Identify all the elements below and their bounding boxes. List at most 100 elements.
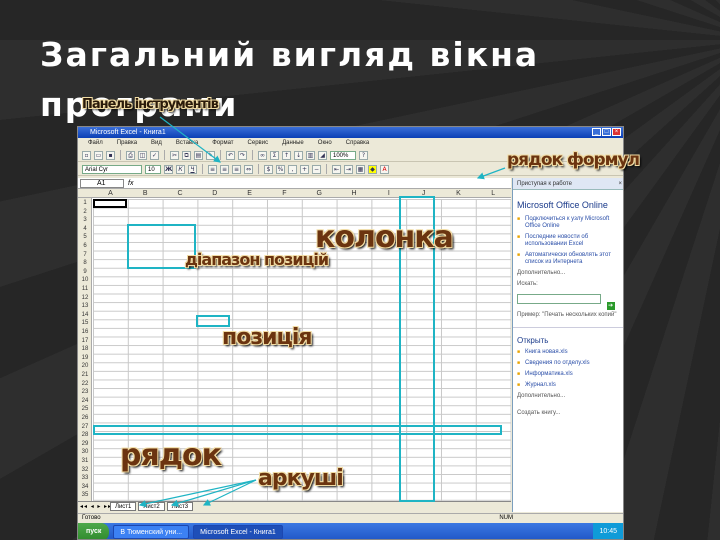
row-header[interactable]: 6 bbox=[78, 242, 92, 251]
menu-help[interactable]: Справка bbox=[346, 138, 370, 148]
row-header[interactable]: 17 bbox=[78, 337, 92, 346]
cut-icon[interactable]: ✂ bbox=[170, 150, 179, 160]
underline-icon[interactable]: Ч bbox=[188, 164, 197, 174]
row-header[interactable]: 25 bbox=[78, 405, 92, 414]
row-header[interactable]: 5 bbox=[78, 233, 92, 242]
task-pane-title[interactable]: Приступая к работе bbox=[517, 181, 572, 187]
office-online-link-2[interactable]: Последние новости об использовании Excel bbox=[513, 232, 623, 250]
recent-file-2[interactable]: Сведения по отделу.xls bbox=[513, 358, 623, 369]
task-pane-close-icon[interactable]: × bbox=[618, 178, 622, 190]
column-header[interactable]: B bbox=[128, 189, 163, 198]
minimize-button[interactable]: _ bbox=[592, 128, 601, 136]
row-header[interactable]: 15 bbox=[78, 319, 92, 328]
close-button[interactable]: × bbox=[612, 128, 621, 136]
row-header[interactable]: 8 bbox=[78, 259, 92, 268]
taskbar-item-1[interactable]: В Тюменский уни... bbox=[113, 525, 190, 539]
chart-wizard-icon[interactable]: ▥ bbox=[306, 150, 315, 160]
more-link[interactable]: Дополнительно... bbox=[513, 268, 623, 279]
column-header[interactable]: F bbox=[267, 189, 302, 198]
column-header[interactable]: A bbox=[93, 189, 128, 198]
align-center-icon[interactable]: ≡ bbox=[220, 164, 229, 174]
sort-asc-icon[interactable]: ↑ bbox=[282, 150, 291, 160]
redo-icon[interactable]: ↷ bbox=[238, 150, 247, 160]
column-header[interactable]: C bbox=[163, 189, 198, 198]
column-header[interactable]: D bbox=[197, 189, 232, 198]
row-header[interactable]: 31 bbox=[78, 457, 92, 466]
increase-decimal-icon[interactable]: + bbox=[300, 164, 309, 174]
more-files-link[interactable]: Дополнительно... bbox=[513, 391, 623, 402]
row-header[interactable]: 2 bbox=[78, 208, 92, 217]
row-header[interactable]: 23 bbox=[78, 388, 92, 397]
autosum-icon[interactable]: Σ bbox=[270, 150, 279, 160]
row-header[interactable]: 27 bbox=[78, 423, 92, 432]
recent-file-1[interactable]: Книга новая.xls bbox=[513, 347, 623, 358]
row-header[interactable]: 22 bbox=[78, 380, 92, 389]
decrease-indent-icon[interactable]: ⇤ bbox=[332, 164, 341, 174]
recent-file-3[interactable]: Информатика.xls bbox=[513, 369, 623, 380]
fx-icon[interactable]: fx bbox=[128, 178, 133, 189]
thousands-icon[interactable]: , bbox=[288, 164, 297, 174]
sheet-tab-3[interactable]: Лист3 bbox=[166, 502, 194, 511]
increase-indent-icon[interactable]: ⇥ bbox=[344, 164, 353, 174]
menu-view[interactable]: Вид bbox=[151, 138, 162, 148]
row-header[interactable]: 24 bbox=[78, 397, 92, 406]
taskbar-item-2[interactable]: Microsoft Excel - Книга1 bbox=[193, 525, 283, 539]
hyperlink-icon[interactable]: ∞ bbox=[258, 150, 267, 160]
help-icon[interactable]: ? bbox=[359, 150, 368, 160]
print-icon[interactable]: ⎙ bbox=[126, 150, 135, 160]
recent-file-4[interactable]: Журнал.xls bbox=[513, 380, 623, 391]
row-header[interactable]: 34 bbox=[78, 483, 92, 492]
open-icon[interactable]: ▭ bbox=[94, 150, 103, 160]
new-icon[interactable]: ▫ bbox=[82, 150, 91, 160]
row-header[interactable]: 28 bbox=[78, 431, 92, 440]
zoom-select[interactable]: 100% bbox=[330, 150, 356, 160]
row-header[interactable]: 10 bbox=[78, 276, 92, 285]
align-left-icon[interactable]: ≡ bbox=[208, 164, 217, 174]
row-header[interactable]: 20 bbox=[78, 362, 92, 371]
menu-edit[interactable]: Правка bbox=[117, 138, 137, 148]
menu-format[interactable]: Формат bbox=[212, 138, 233, 148]
format-painter-icon[interactable]: ✎ bbox=[206, 150, 215, 160]
row-header[interactable]: 7 bbox=[78, 251, 92, 260]
maximize-button[interactable]: □ bbox=[602, 128, 611, 136]
column-header[interactable]: H bbox=[337, 189, 372, 198]
sheet-tab-2[interactable]: Лист2 bbox=[138, 502, 165, 511]
merge-center-icon[interactable]: ⇔ bbox=[244, 164, 253, 174]
office-online-link-3[interactable]: Автоматически обновлять этот список из И… bbox=[513, 250, 623, 268]
row-header[interactable]: 9 bbox=[78, 268, 92, 277]
row-header[interactable]: 26 bbox=[78, 414, 92, 423]
row-header[interactable]: 14 bbox=[78, 311, 92, 320]
menu-tools[interactable]: Сервис bbox=[248, 138, 269, 148]
column-header[interactable]: E bbox=[232, 189, 267, 198]
row-header[interactable]: 18 bbox=[78, 345, 92, 354]
menu-data[interactable]: Данные bbox=[282, 138, 304, 148]
font-color-icon[interactable]: A bbox=[380, 164, 389, 174]
menu-file[interactable]: Файл bbox=[88, 138, 103, 148]
sort-desc-icon[interactable]: ↓ bbox=[294, 150, 303, 160]
row-header[interactable]: 13 bbox=[78, 302, 92, 311]
preview-icon[interactable]: ◫ bbox=[138, 150, 147, 160]
row-header[interactable]: 33 bbox=[78, 474, 92, 483]
column-header[interactable]: K bbox=[441, 189, 476, 198]
borders-icon[interactable]: ▦ bbox=[356, 164, 365, 174]
row-header[interactable]: 1 bbox=[78, 199, 92, 208]
bold-icon[interactable]: Ж bbox=[164, 164, 173, 174]
currency-icon[interactable]: $ bbox=[264, 164, 273, 174]
row-header[interactable]: 4 bbox=[78, 225, 92, 234]
name-box[interactable]: A1 bbox=[80, 179, 124, 188]
drawing-icon[interactable]: ◢ bbox=[318, 150, 327, 160]
font-name-select[interactable]: Arial Cyr bbox=[82, 164, 142, 174]
row-header[interactable]: 30 bbox=[78, 448, 92, 457]
fill-color-icon[interactable]: ◆ bbox=[368, 164, 377, 174]
align-right-icon[interactable]: ≡ bbox=[232, 164, 241, 174]
percent-icon[interactable]: % bbox=[276, 164, 285, 174]
search-input[interactable] bbox=[517, 294, 601, 304]
spell-icon[interactable]: ✓ bbox=[150, 150, 159, 160]
copy-icon[interactable]: ⧉ bbox=[182, 150, 191, 160]
row-header[interactable]: 11 bbox=[78, 285, 92, 294]
decrease-decimal-icon[interactable]: − bbox=[312, 164, 321, 174]
sheet-nav-buttons[interactable]: ◂◂ ◂ ▸ ▸▸ bbox=[80, 502, 112, 512]
create-workbook-link[interactable]: Создать книгу... bbox=[513, 408, 623, 419]
row-header[interactable]: 35 bbox=[78, 491, 92, 500]
row-header[interactable]: 21 bbox=[78, 371, 92, 380]
